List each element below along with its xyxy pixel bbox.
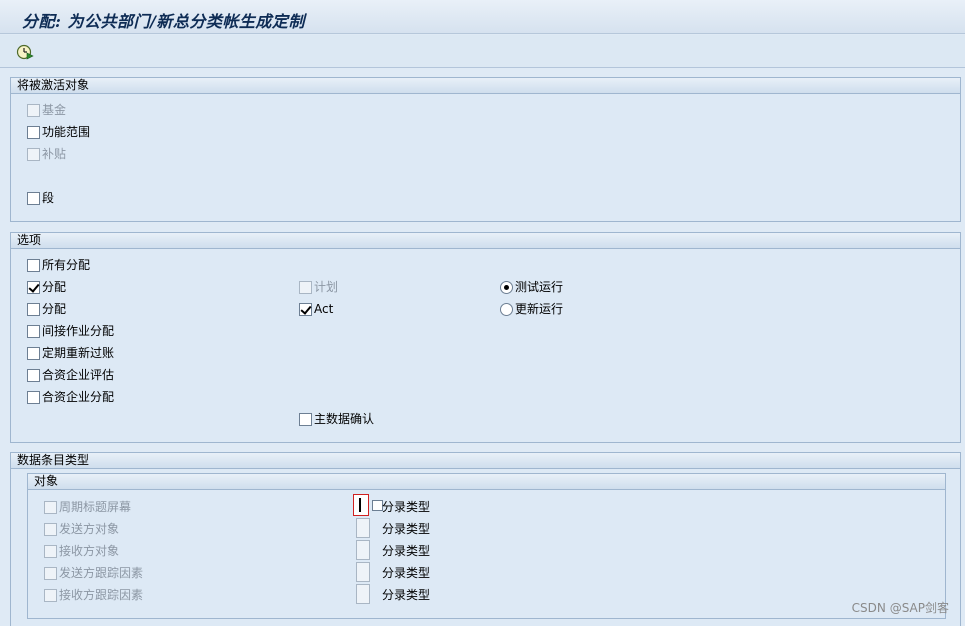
- receiver-tracing-factor-row: 接收方跟踪因素: [44, 587, 143, 603]
- plan-row: 计划: [299, 279, 338, 295]
- period-header-row: 周期标题屏幕: [44, 499, 131, 515]
- indirect-activity-allocation-checkbox[interactable]: [27, 324, 40, 338]
- jv-allocation-row[interactable]: 合资企业分配: [27, 389, 114, 405]
- periodic-reposting-checkbox[interactable]: [27, 346, 40, 360]
- master-data-check-row[interactable]: 主数据确认: [299, 411, 374, 427]
- sender-tracing-factor-label: 发送方跟踪因素: [59, 566, 144, 580]
- receiver-object-label: 接收方对象: [59, 544, 120, 558]
- plan-checkbox: [299, 280, 312, 294]
- page-title: 分配: 为公共部门/新总分类帐生成定制: [22, 12, 305, 31]
- receiver-tracing-factor-label: 接收方跟踪因素: [59, 588, 144, 602]
- jv-valuation-label: 合资企业评估: [42, 368, 115, 382]
- master-data-check-label: 主数据确认: [314, 412, 375, 426]
- indirect-activity-allocation-row[interactable]: 间接作业分配: [27, 323, 114, 339]
- allocation-1-checkbox[interactable]: [27, 280, 40, 294]
- jv-allocation-label: 合资企业分配: [42, 390, 115, 404]
- periodic-reposting-row[interactable]: 定期重新过账: [27, 345, 114, 361]
- sender-tracing-doc-type-label: 分录类型: [382, 566, 431, 580]
- receiver-object-doc-type-label: 分录类型: [382, 544, 431, 558]
- test-run-row[interactable]: 测试运行: [500, 279, 563, 295]
- jv-allocation-checkbox[interactable]: [27, 390, 40, 404]
- activate-objects-header: 将被激活对象: [11, 78, 960, 94]
- options-header: 选项: [11, 233, 960, 249]
- options-group: 选项 所有分配 分配 分配 间接作业分配 定期重新过账 合资企业评估 合资企业分…: [10, 232, 961, 443]
- segment-checkbox[interactable]: [27, 191, 40, 205]
- receiver-object-checkbox: [44, 544, 57, 558]
- act-row[interactable]: Act: [299, 301, 333, 317]
- sender-object-doc-type-input[interactable]: [356, 518, 370, 538]
- jv-valuation-row[interactable]: 合资企业评估: [27, 367, 114, 383]
- document-types-header: 数据条目类型: [11, 453, 960, 469]
- activate-objects-group: 将被激活对象 基金 功能范围 补贴 段: [10, 77, 961, 222]
- update-run-row[interactable]: 更新运行: [500, 301, 563, 317]
- receiver-tracing-doc-type-label: 分录类型: [382, 588, 431, 602]
- document-types-group: 数据条目类型 对象 周期标题屏幕 发送方对象 接收方对象 发送方跟踪因素 接收方…: [10, 452, 961, 626]
- receiver-tracing-factor-checkbox: [44, 588, 57, 602]
- object-subgroup-header: 对象: [28, 474, 945, 490]
- receiver-object-doc-type-input[interactable]: [356, 540, 370, 560]
- sender-object-row: 发送方对象: [44, 521, 119, 537]
- sender-tracing-factor-row: 发送方跟踪因素: [44, 565, 143, 581]
- sender-tracing-doc-type-input[interactable]: [356, 562, 370, 582]
- all-allocations-label: 所有分配: [42, 258, 91, 272]
- allocation-1-label: 分配: [42, 280, 67, 294]
- act-label: Act: [314, 302, 334, 316]
- allocation-2-row[interactable]: 分配: [27, 301, 66, 317]
- update-run-radio[interactable]: [500, 302, 513, 316]
- grant-checkbox-row: 补贴: [27, 146, 66, 162]
- fund-checkbox-row: 基金: [27, 102, 66, 118]
- all-allocations-row[interactable]: 所有分配: [27, 257, 90, 273]
- clock-execute-icon[interactable]: [16, 43, 34, 61]
- fund-checkbox: [27, 103, 40, 117]
- grant-label: 补贴: [42, 147, 67, 161]
- watermark: CSDN @SAP剑客: [851, 601, 949, 615]
- plan-label: 计划: [314, 280, 339, 294]
- allocation-1-row[interactable]: 分配: [27, 279, 66, 295]
- segment-label: 段: [42, 191, 55, 205]
- functional-area-checkbox-row[interactable]: 功能范围: [27, 124, 90, 140]
- act-checkbox[interactable]: [299, 302, 312, 316]
- sender-object-checkbox: [44, 522, 57, 536]
- period-header-doc-type-input[interactable]: [353, 494, 369, 516]
- period-header-label: 周期标题屏幕: [59, 500, 132, 514]
- allocation-2-label: 分配: [42, 302, 67, 316]
- indirect-activity-allocation-label: 间接作业分配: [42, 324, 115, 338]
- allocation-2-checkbox[interactable]: [27, 302, 40, 316]
- receiver-tracing-doc-type-input[interactable]: [356, 584, 370, 604]
- fund-label: 基金: [42, 103, 67, 117]
- master-data-check-checkbox[interactable]: [299, 412, 312, 426]
- grant-checkbox: [27, 147, 40, 161]
- jv-valuation-checkbox[interactable]: [27, 368, 40, 382]
- sender-object-doc-type-label: 分录类型: [382, 522, 431, 536]
- periodic-reposting-label: 定期重新过账: [42, 346, 115, 360]
- title-bar: 分配: 为公共部门/新总分类帐生成定制: [0, 0, 965, 34]
- period-header-doc-type-label: 分录类型: [382, 500, 431, 514]
- update-run-label: 更新运行: [515, 302, 564, 316]
- object-subgroup: 对象 周期标题屏幕 发送方对象 接收方对象 发送方跟踪因素 接收方跟踪因素 分录…: [27, 473, 946, 619]
- test-run-radio[interactable]: [500, 280, 513, 294]
- segment-checkbox-row[interactable]: 段: [27, 190, 54, 206]
- application-toolbar: [0, 35, 965, 68]
- sender-tracing-factor-checkbox: [44, 566, 57, 580]
- period-header-checkbox: [44, 500, 57, 514]
- all-allocations-checkbox[interactable]: [27, 258, 40, 272]
- functional-area-checkbox[interactable]: [27, 125, 40, 139]
- functional-area-label: 功能范围: [42, 125, 91, 139]
- sender-object-label: 发送方对象: [59, 522, 120, 536]
- test-run-label: 测试运行: [515, 280, 564, 294]
- receiver-object-row: 接收方对象: [44, 543, 119, 559]
